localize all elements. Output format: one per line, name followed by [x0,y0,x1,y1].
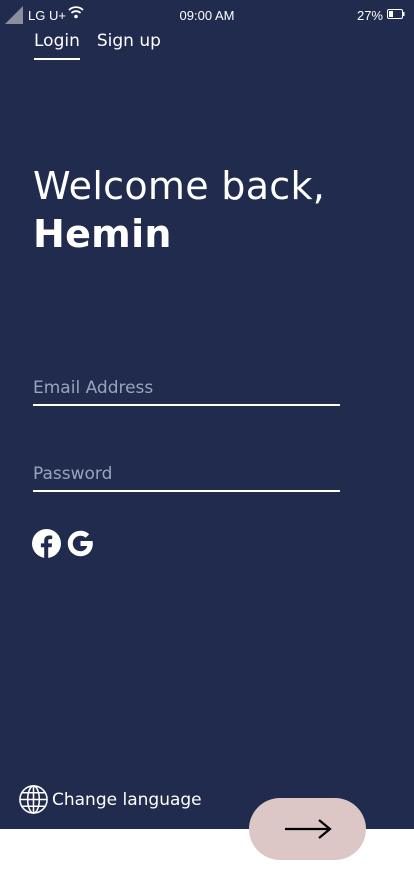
email-input[interactable] [33,378,340,398]
password-field [33,464,340,492]
arrow-right-icon [284,819,332,839]
next-button[interactable] [249,798,366,860]
welcome-text: Welcome back, [33,164,326,208]
status-time: 09:00 AM [179,8,235,23]
battery-icon [387,9,405,19]
social-login [32,529,95,558]
status-bar: LG U+ 09:00 AM 27% [0,0,414,30]
facebook-icon[interactable] [32,529,61,558]
globe-icon [19,785,48,814]
tab-sign-up[interactable]: Sign up [97,31,161,60]
auth-tabs: Login Sign up [34,31,161,60]
google-icon[interactable] [66,529,95,558]
battery-percentage: 27% [356,8,383,23]
login-screen: LG U+ 09:00 AM 27% Login Sign up Welcome… [0,0,414,829]
welcome-heading: Welcome back, Hemin [33,162,325,258]
tab-login[interactable]: Login [34,31,80,60]
user-name: Hemin [33,212,172,256]
email-field [33,378,340,406]
change-language-button[interactable]: Change language [18,784,202,815]
change-language-label: Change language [52,789,202,810]
password-input[interactable] [33,464,340,484]
